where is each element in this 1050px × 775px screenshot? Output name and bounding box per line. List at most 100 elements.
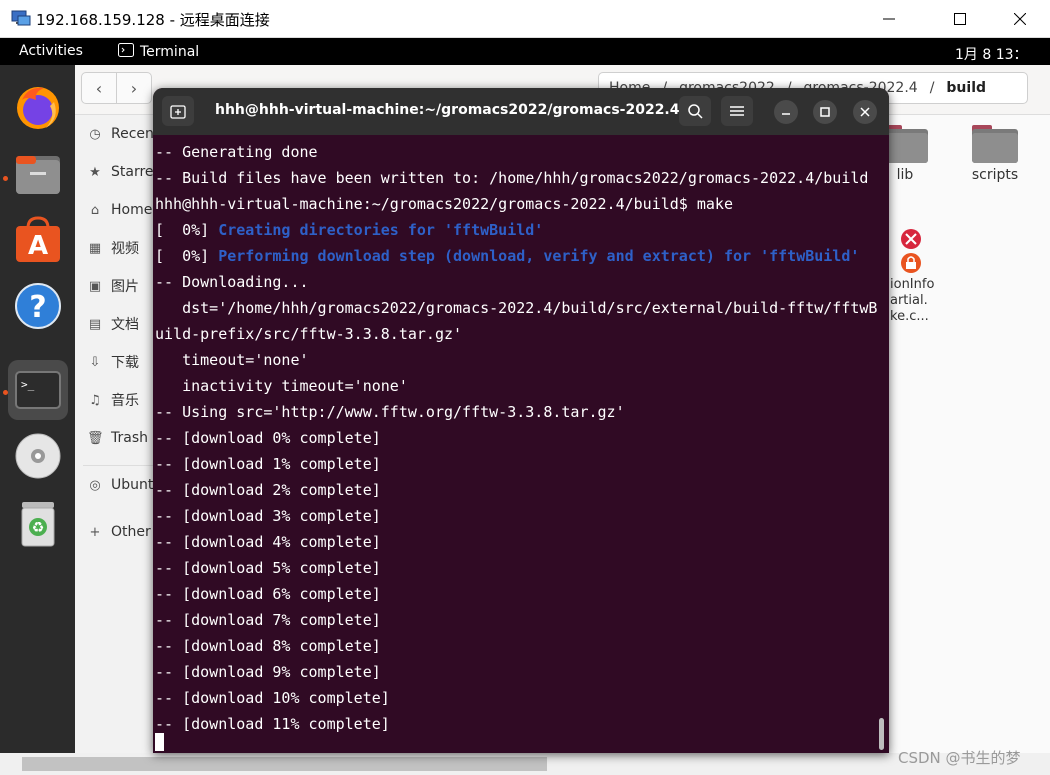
- music-icon: ♫: [89, 392, 101, 408]
- terminal-line: -- [download 11% complete]: [155, 715, 390, 733]
- scrollbar-thumb[interactable]: [22, 757, 547, 771]
- folder-icon: [972, 123, 1018, 163]
- dock-disc[interactable]: [8, 426, 68, 486]
- close-icon: [860, 107, 870, 117]
- terminal-line: -- [download 5% complete]: [155, 559, 381, 577]
- maximize-icon: [820, 107, 830, 117]
- search-button[interactable]: [679, 96, 711, 126]
- files-running-indicator: [3, 176, 8, 181]
- terminal-line: -- Using src='http://www.fftw.org/fftw-3…: [155, 403, 625, 421]
- document-icon: ▤: [88, 316, 102, 332]
- terminal-window[interactable]: hhh@hhh-virtual-machine:~/gromacs2022/gr…: [153, 88, 889, 753]
- back-button[interactable]: ‹: [81, 72, 117, 104]
- terminal-line: -- [download 9% complete]: [155, 663, 381, 681]
- terminal-title: hhh@hhh-virtual-machine:~/gromacs2022/gr…: [215, 102, 711, 118]
- sidebar-item-music[interactable]: ♫ 音乐: [87, 388, 139, 412]
- terminal-icon: [118, 43, 134, 61]
- close-button[interactable]: [997, 0, 1043, 38]
- terminal-output[interactable]: -- Generating done -- Build files have b…: [153, 135, 889, 753]
- app-center-icon: A: [16, 216, 60, 262]
- remote-desktop-icon: [10, 8, 32, 30]
- file-item-label[interactable]: ionInfo artial. ke.c...: [890, 277, 934, 325]
- terminal-line: -- Build files have been written to: /ho…: [155, 169, 869, 187]
- svg-text:>_: >_: [21, 378, 35, 391]
- forward-button[interactable]: ›: [116, 72, 152, 104]
- minimize-button[interactable]: [866, 0, 912, 38]
- terminal-line: uild-prefix/src/fftw-3.3.8.tar.gz': [155, 325, 463, 343]
- plus-icon: +: [89, 524, 101, 540]
- firefox-icon: [17, 87, 59, 129]
- terminal-line: -- Downloading...: [155, 273, 309, 291]
- home-icon: ⌂: [90, 202, 100, 218]
- terminal-running-indicator: [3, 390, 8, 395]
- sidebar-item-documents[interactable]: ▤ 文档: [87, 312, 139, 336]
- terminal-close-button[interactable]: [853, 100, 877, 124]
- progress-prefix: [ 0%]: [155, 221, 219, 239]
- terminal-line: -- [download 10% complete]: [155, 689, 390, 707]
- sidebar-item-other-locations[interactable]: + Other: [87, 520, 151, 544]
- sidebar-separator: [83, 465, 153, 466]
- minimize-icon: [782, 113, 790, 115]
- window-title: 192.168.159.128 - 远程桌面连接: [36, 11, 270, 29]
- terminal-minimize-button[interactable]: [774, 100, 798, 124]
- terminal-headerbar: hhh@hhh-virtual-machine:~/gromacs2022/gr…: [153, 88, 889, 135]
- dock-app-center[interactable]: A: [8, 210, 68, 270]
- dock-terminal[interactable]: >_: [8, 360, 68, 420]
- path-segment-current[interactable]: build: [946, 80, 986, 96]
- video-icon: ▦: [88, 240, 102, 256]
- picture-icon: ▣: [88, 278, 102, 294]
- sidebar-item-trash[interactable]: 🗑 Trash: [87, 426, 148, 450]
- folder-scripts[interactable]: scripts: [960, 123, 1030, 183]
- locked-file-badges: [899, 229, 923, 281]
- sidebar-item-starred[interactable]: ★ Starre: [87, 160, 153, 184]
- terminal-scrollbar[interactable]: [879, 718, 884, 750]
- terminal-maximize-button[interactable]: [813, 100, 837, 124]
- dock-files[interactable]: [8, 144, 68, 204]
- menu-button[interactable]: [721, 96, 753, 126]
- clock[interactable]: 1月 8 13：: [955, 44, 1028, 64]
- trash-icon: 🗑: [87, 430, 104, 446]
- gnome-topbar: Activities Terminal 1月 8 13：: [0, 38, 1050, 65]
- sidebar-item-ubuntu[interactable]: ◎ Ubunt: [87, 473, 153, 497]
- progress-prefix: [ 0%]: [155, 247, 219, 265]
- terminal-line: [ 0%] Creating directories for 'fftwBuil…: [155, 217, 543, 243]
- new-tab-button[interactable]: [162, 96, 194, 126]
- terminal-line: dst='/home/hhh/gromacs2022/gromacs-2022.…: [155, 299, 878, 317]
- dock-firefox[interactable]: [8, 78, 68, 138]
- files-sidebar: ◷ Recen ★ Starre ⌂ Home ▦ 视频 ▣ 图片 ▤ 文档 ⇩ 下载 ♫ 音乐…: [75, 115, 155, 753]
- sidebar-item-downloads[interactable]: ⇩ 下载: [87, 350, 139, 374]
- disc-icon: ◎: [89, 477, 101, 493]
- trash-icon: ♻: [21, 502, 55, 547]
- help-icon: ?: [15, 283, 61, 329]
- terminal-line: -- [download 1% complete]: [155, 455, 381, 473]
- new-tab-icon: [170, 105, 186, 119]
- dock-trash[interactable]: ♻: [8, 492, 68, 552]
- terminal-line: [ 0%] Performing download step (download…: [155, 243, 859, 269]
- maximize-button[interactable]: [937, 0, 983, 38]
- horizontal-scrollbar[interactable]: [0, 753, 1050, 775]
- dock: A ? >_ ♻: [0, 65, 75, 753]
- download-icon: ⇩: [89, 354, 101, 370]
- dock-help[interactable]: ?: [8, 276, 68, 336]
- chevron-left-icon: ‹: [95, 78, 103, 98]
- maximize-icon: [954, 10, 966, 29]
- sidebar-item-home[interactable]: ⌂ Home: [87, 198, 152, 222]
- chevron-right-icon: ›: [130, 78, 138, 98]
- rdp-titlebar: 192.168.159.128 - 远程桌面连接: [0, 0, 1050, 38]
- sidebar-item-videos[interactable]: ▦ 视频: [87, 236, 139, 260]
- app-menu[interactable]: Terminal: [118, 43, 199, 61]
- minimize-icon: [883, 10, 895, 29]
- terminal-line: -- [download 0% complete]: [155, 429, 381, 447]
- app-menu-label: Terminal: [140, 44, 200, 60]
- clock-icon: ◷: [89, 126, 101, 142]
- sidebar-item-pictures[interactable]: ▣ 图片: [87, 274, 139, 298]
- search-icon: [688, 104, 703, 119]
- make-step-text: Creating directories for 'fftwBuild': [218, 221, 544, 239]
- terminal-line: -- [download 7% complete]: [155, 611, 381, 629]
- close-icon: [1013, 10, 1027, 29]
- activities-button[interactable]: Activities: [19, 43, 83, 59]
- terminal-line: -- [download 3% complete]: [155, 507, 381, 525]
- sidebar-item-recent[interactable]: ◷ Recen: [87, 122, 154, 146]
- star-icon: ★: [89, 164, 101, 180]
- folder-label: scripts: [971, 167, 1019, 183]
